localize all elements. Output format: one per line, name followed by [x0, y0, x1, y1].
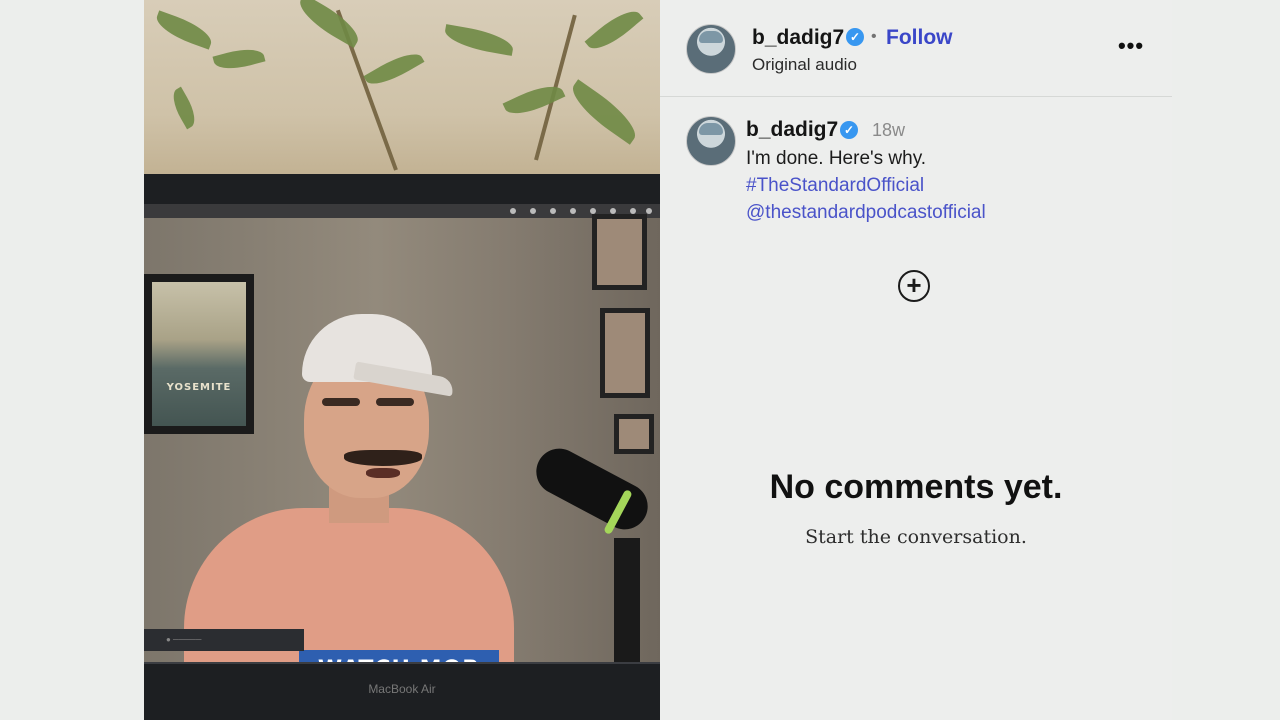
message-strip: ● ─────	[144, 629, 304, 651]
mention-link[interactable]: @thestandardpodcastofficial	[746, 202, 986, 224]
eyebrow	[322, 398, 360, 406]
post-time: 18w	[872, 120, 906, 140]
laptop: YOSEMITE WATCH MOR ● ─	[144, 174, 660, 720]
wall-frame	[614, 414, 654, 454]
microphone	[528, 440, 656, 538]
post-panel: b_dadig7 ✓ • Follow Original audio ••• b…	[660, 0, 1172, 720]
macbook-label: MacBook Air	[368, 682, 436, 696]
plus-circle-icon[interactable]: +	[898, 270, 930, 302]
header-username[interactable]: b_dadig7	[752, 26, 844, 50]
wall-frame	[592, 214, 647, 290]
left-backdrop	[0, 0, 144, 720]
background-wall	[144, 0, 660, 190]
caption-avatar[interactable]	[686, 116, 736, 166]
hashtag-link[interactable]: #TheStandardOfficial	[746, 175, 924, 197]
empty-comments-title: No comments yet.	[769, 468, 1063, 506]
laptop-screen: YOSEMITE WATCH MOR ● ─	[144, 204, 660, 664]
caption-text: I'm done. Here's why.	[746, 148, 927, 169]
separator-dot: •	[871, 28, 877, 45]
wall-frame	[600, 308, 650, 398]
yosemite-poster: YOSEMITE	[144, 274, 254, 434]
verified-badge-icon: ✓	[840, 121, 858, 139]
verified-badge-icon: ✓	[846, 28, 864, 46]
mouth	[366, 468, 400, 478]
eyebrow	[376, 398, 414, 406]
right-backdrop	[1172, 0, 1280, 720]
microphone-arm	[614, 538, 640, 664]
audio-link[interactable]: Original audio	[752, 55, 857, 75]
post-header: b_dadig7 ✓ • Follow Original audio •••	[660, 0, 1172, 97]
room-wall: YOSEMITE WATCH MOR	[144, 214, 660, 664]
caption-username[interactable]: b_dadig7	[746, 118, 838, 142]
mac-dock	[144, 662, 660, 664]
empty-comments-subtitle: Start the conversation.	[805, 526, 1027, 548]
more-options-icon[interactable]: •••	[1116, 35, 1146, 57]
follow-button[interactable]: Follow	[886, 26, 953, 50]
video-player[interactable]: YOSEMITE WATCH MOR ● ─	[144, 0, 660, 720]
poster-title: YOSEMITE	[166, 382, 232, 393]
mac-menubar	[144, 204, 660, 218]
mustache	[344, 450, 422, 466]
avatar[interactable]	[686, 24, 736, 74]
